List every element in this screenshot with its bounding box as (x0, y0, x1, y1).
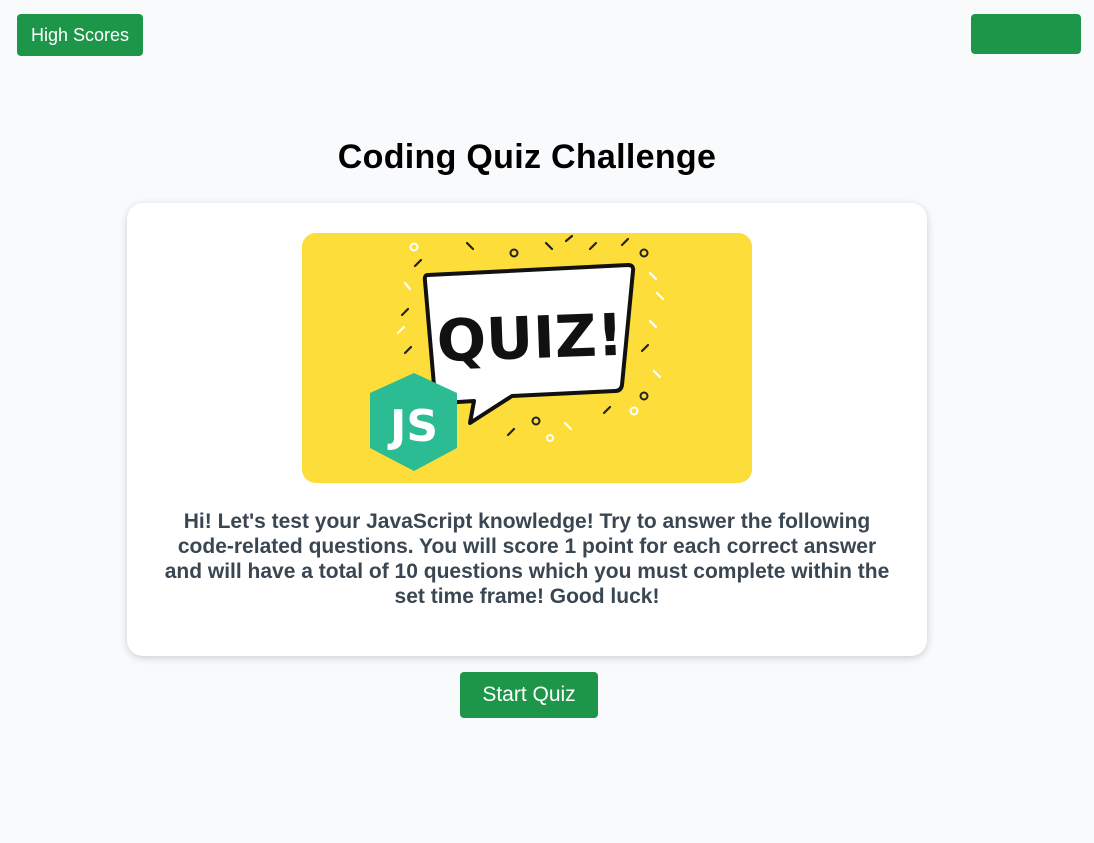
start-quiz-button[interactable]: Start Quiz (460, 672, 598, 718)
quiz-banner-image: QUIZ! JS (302, 233, 752, 483)
quiz-illustration: QUIZ! JS (302, 233, 752, 483)
quiz-text: QUIZ! (436, 301, 625, 375)
js-badge-text: JS (387, 401, 438, 452)
page-title: Coding Quiz Challenge (337, 138, 717, 176)
timer-button[interactable] (971, 14, 1081, 54)
intro-card: QUIZ! JS Hi! Let's test your JavaScript … (127, 203, 927, 656)
high-scores-button[interactable]: High Scores (17, 14, 143, 56)
intro-text: Hi! Let's test your JavaScript knowledge… (164, 510, 890, 608)
